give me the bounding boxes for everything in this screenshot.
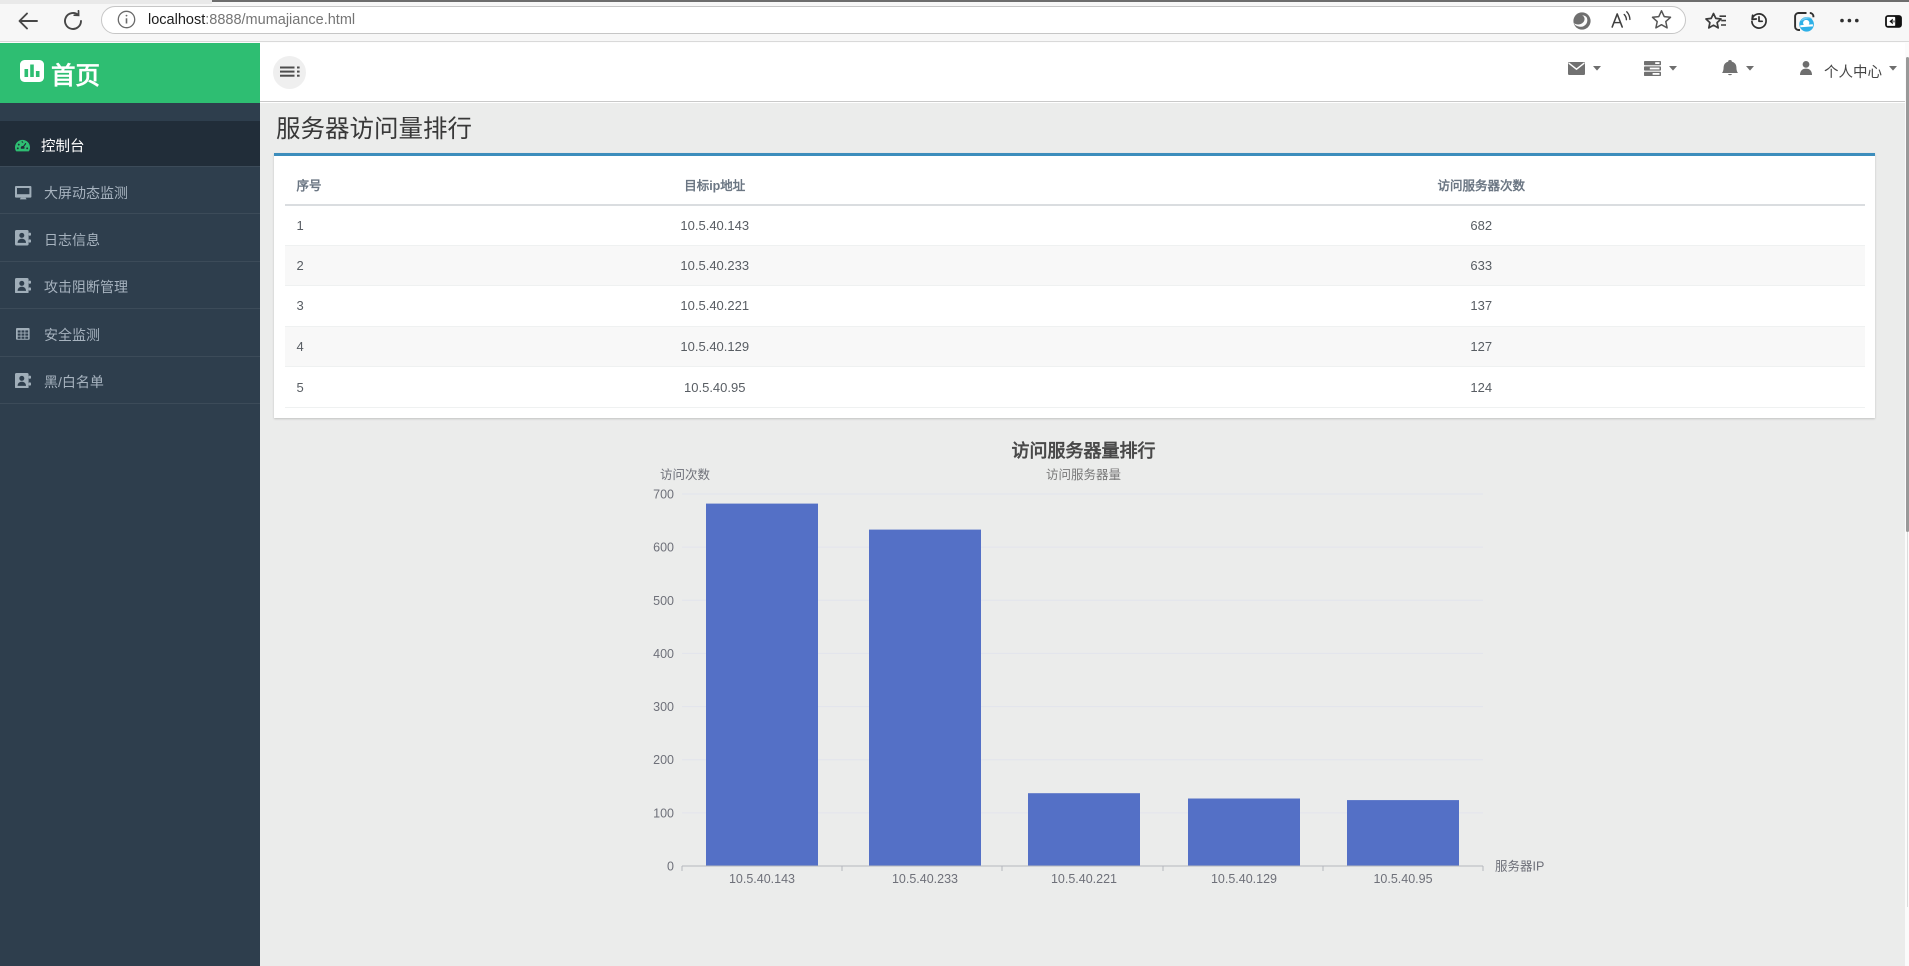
svg-text:访问次数: 访问次数 — [660, 467, 711, 482]
svg-text:0: 0 — [667, 860, 674, 874]
svg-text:600: 600 — [653, 541, 674, 555]
svg-text:100: 100 — [653, 806, 674, 820]
svg-text:400: 400 — [653, 647, 674, 661]
svg-text:200: 200 — [653, 753, 674, 767]
svg-text:10.5.40.95: 10.5.40.95 — [1373, 872, 1432, 886]
svg-text:访问服务器量排行: 访问服务器量排行 — [1012, 440, 1156, 461]
svg-text:10.5.40.143: 10.5.40.143 — [729, 872, 795, 886]
svg-text:500: 500 — [653, 594, 674, 608]
svg-text:300: 300 — [653, 700, 674, 714]
svg-text:10.5.40.221: 10.5.40.221 — [1051, 872, 1117, 886]
svg-text:10.5.40.129: 10.5.40.129 — [1211, 872, 1277, 886]
svg-text:700: 700 — [653, 488, 674, 502]
svg-text:10.5.40.233: 10.5.40.233 — [892, 872, 958, 886]
svg-text:访问服务器量: 访问服务器量 — [1046, 467, 1121, 482]
svg-text:服务器IP: 服务器IP — [1495, 859, 1544, 874]
